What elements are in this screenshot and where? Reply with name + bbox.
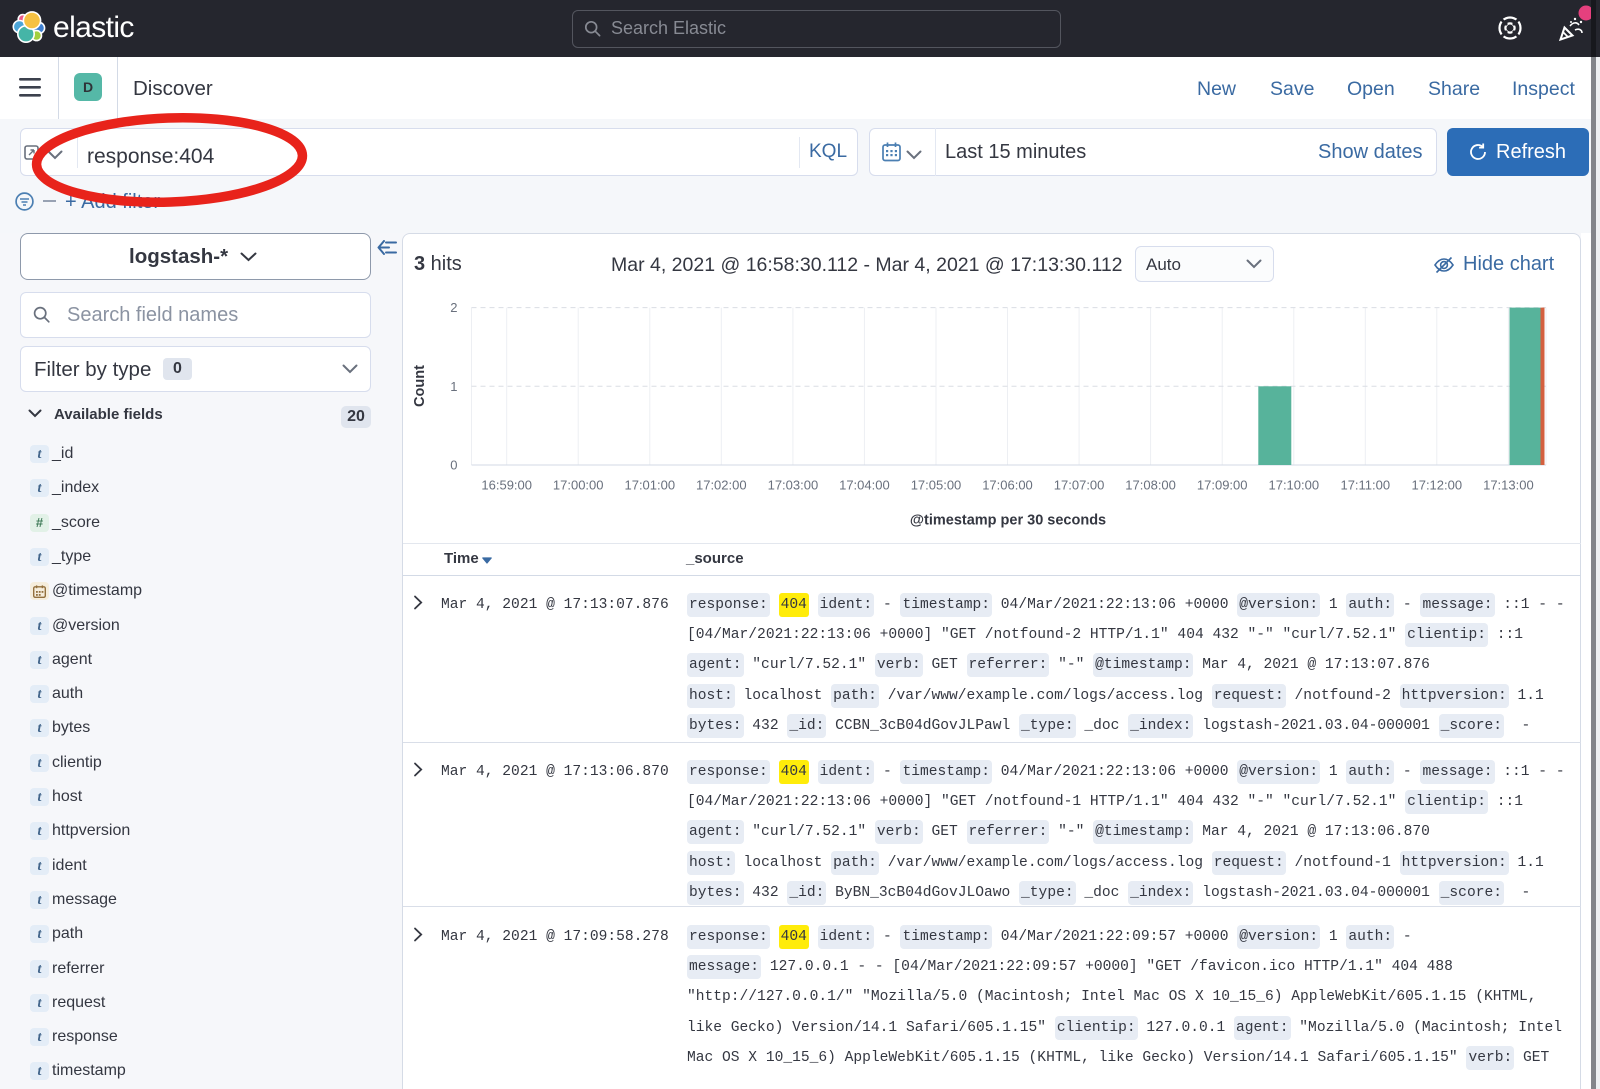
svg-text:17:07:00: 17:07:00 (1054, 478, 1105, 493)
svg-text:17:11:00: 17:11:00 (1340, 478, 1390, 493)
svg-text:17:10:00: 17:10:00 (1268, 478, 1319, 493)
svg-text:17:08:00: 17:08:00 (1125, 478, 1176, 493)
svg-text:2: 2 (450, 300, 457, 315)
svg-text:17:06:00: 17:06:00 (982, 478, 1033, 493)
svg-text:Count: Count (412, 365, 428, 407)
svg-text:17:04:00: 17:04:00 (839, 478, 890, 493)
svg-text:17:02:00: 17:02:00 (696, 478, 747, 493)
svg-text:17:09:00: 17:09:00 (1197, 478, 1248, 493)
svg-text:17:00:00: 17:00:00 (553, 478, 604, 493)
svg-text:17:12:00: 17:12:00 (1411, 478, 1462, 493)
svg-text:17:13:00: 17:13:00 (1483, 478, 1534, 493)
svg-text:1: 1 (450, 379, 457, 394)
svg-text:17:01:00: 17:01:00 (624, 478, 675, 493)
svg-text:0: 0 (450, 458, 457, 473)
svg-text:17:05:00: 17:05:00 (911, 478, 962, 493)
svg-text:17:03:00: 17:03:00 (768, 478, 819, 493)
svg-text:16:59:00: 16:59:00 (481, 478, 532, 493)
svg-text:@timestamp per 30 seconds: @timestamp per 30 seconds (910, 513, 1106, 529)
